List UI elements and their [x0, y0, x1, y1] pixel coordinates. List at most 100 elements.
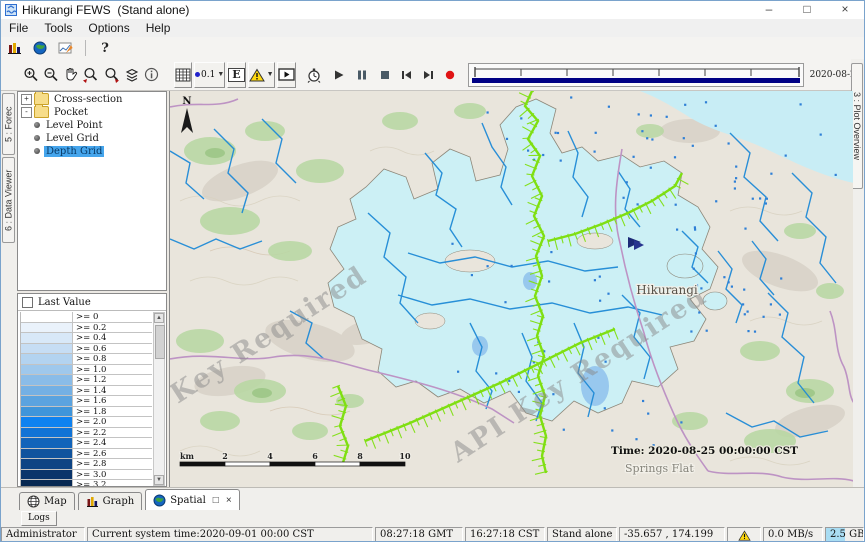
play-icon [333, 69, 345, 81]
help-button[interactable]: ? [92, 38, 118, 58]
tree-row-level-point[interactable]: Level Point [32, 119, 166, 131]
zoom-in-icon [23, 67, 39, 83]
legend-label: >= 0.6 [73, 344, 152, 354]
chevron-down-icon: ▼ [267, 71, 274, 78]
legend-row: >= 0.2 [21, 323, 152, 334]
expand-toggle[interactable]: + [21, 94, 32, 105]
legend-row: >= 1.6 [21, 396, 152, 407]
zoom-previous-button[interactable] [81, 62, 100, 88]
zoom-out-button[interactable] [42, 62, 60, 88]
tab-graph[interactable]: Graph [78, 492, 143, 510]
legend-label: >= 1.6 [73, 396, 152, 406]
menu-bar: File Tools Options Help [1, 19, 864, 38]
legend-row: >= 3.2 [21, 480, 152, 487]
tree-label: Pocket [52, 107, 90, 118]
tree-row-pocket[interactable]: - Pocket [18, 106, 166, 118]
legend-swatch [21, 438, 73, 448]
bottom-tab-bar: Map Graph Spatial □ × [1, 487, 864, 510]
legend-letter: E [228, 68, 244, 82]
legend-rows: >= 0>= 0.2>= 0.4>= 0.6>= 0.8>= 1.0>= 1.2… [20, 312, 152, 487]
zoom-in-button[interactable] [22, 62, 40, 88]
status-memory: 2.5 GB [825, 527, 864, 542]
legend-row: >= 3.0 [21, 470, 152, 481]
menu-tools[interactable]: Tools [36, 21, 80, 35]
menu-options[interactable]: Options [80, 21, 137, 35]
tree-row-depth-grid[interactable]: Depth Grid [32, 145, 166, 157]
logs-button[interactable]: Logs [21, 511, 57, 526]
svg-text:6: 6 [312, 451, 318, 461]
legend-swatch [21, 459, 73, 469]
tab-restore-button[interactable]: □ [213, 495, 219, 506]
node-bullet-icon [34, 135, 40, 141]
maximize-button[interactable]: □ [788, 1, 826, 19]
legend-row: >= 0.8 [21, 354, 152, 365]
legend-swatch [21, 480, 73, 487]
layers-button[interactable] [123, 62, 141, 88]
show-grid-button[interactable] [174, 62, 192, 88]
app-icon [5, 4, 17, 16]
area-label: Springs Flat [625, 462, 694, 475]
zoom-next-button[interactable] [102, 62, 121, 88]
menu-file[interactable]: File [1, 21, 36, 35]
scroll-thumb[interactable] [155, 325, 165, 359]
step-forward-button[interactable] [421, 62, 436, 88]
legend-label: >= 2.2 [73, 428, 152, 438]
tab-data-viewer[interactable]: 6 : Data Viewer [2, 157, 15, 243]
layers-icon [124, 68, 140, 82]
legend-label: >= 2.6 [73, 449, 152, 459]
stop-icon [379, 69, 391, 81]
legend-scrollbar[interactable]: ▲ ▼ [153, 312, 165, 486]
node-bullet-icon [34, 148, 40, 154]
play-button[interactable] [332, 62, 346, 88]
legend-swatch [21, 333, 73, 343]
legend-row: >= 2.0 [21, 417, 152, 428]
menu-help[interactable]: Help [138, 21, 179, 35]
status-warning-button[interactable] [727, 527, 761, 542]
legend-toggle-button[interactable]: E [227, 62, 245, 88]
timeline-slider[interactable] [468, 63, 804, 87]
animation-button[interactable] [277, 62, 296, 88]
scroll-down-button[interactable]: ▼ [154, 475, 164, 485]
timer-button[interactable] [305, 62, 323, 88]
wireframe-globe-icon [27, 495, 40, 508]
last-value-checkbox[interactable] [22, 297, 33, 308]
timeline-range-bar[interactable] [472, 78, 800, 83]
stopwatch-icon [306, 67, 322, 83]
scroll-up-button[interactable]: ▲ [154, 313, 164, 323]
legend-swatch [21, 386, 73, 396]
legend-swatch [21, 312, 73, 322]
tree-row-level-grid[interactable]: Level Grid [32, 132, 166, 144]
legend-swatch [21, 407, 73, 417]
legend-swatch [21, 396, 73, 406]
tree-label: Level Point [44, 120, 105, 131]
collapse-toggle[interactable]: - [21, 107, 32, 118]
tab-map[interactable]: Map [19, 492, 75, 510]
legend-label: >= 1.0 [73, 365, 152, 375]
legend-row: >= 2.6 [21, 449, 152, 460]
map-viewport[interactable]: API Key Required API Key Required Hikura… [169, 91, 853, 487]
tab-close-button[interactable]: × [226, 495, 232, 506]
pause-button[interactable] [355, 62, 369, 88]
legend-row: >= 1.8 [21, 407, 152, 418]
tab-spatial[interactable]: Spatial □ × [145, 489, 239, 510]
svg-text:8: 8 [357, 451, 363, 461]
globe-icon [33, 41, 47, 55]
close-button[interactable]: × [826, 1, 864, 19]
svg-text:N: N [182, 96, 191, 107]
step-back-button[interactable] [399, 62, 414, 88]
record-button[interactable] [443, 62, 457, 88]
pan-button[interactable] [62, 62, 79, 88]
grid-display-button[interactable] [53, 38, 79, 58]
legend-label: >= 2.8 [73, 459, 152, 469]
info-button[interactable] [143, 62, 160, 88]
interval-dropdown[interactable]: 0.1 ▼ [194, 62, 225, 88]
tab-forecast[interactable]: 5 : Forec [2, 93, 15, 155]
minimize-button[interactable]: – [750, 1, 788, 19]
stop-button[interactable] [378, 62, 392, 88]
spatial-display-button[interactable] [27, 38, 53, 58]
database-display-button[interactable] [1, 38, 27, 58]
warning-dropdown[interactable]: ▼ [248, 62, 275, 88]
zoom-history-back-icon [82, 67, 99, 83]
legend-row: >= 1.4 [21, 386, 152, 397]
interval-value: 0.1 [201, 70, 215, 80]
